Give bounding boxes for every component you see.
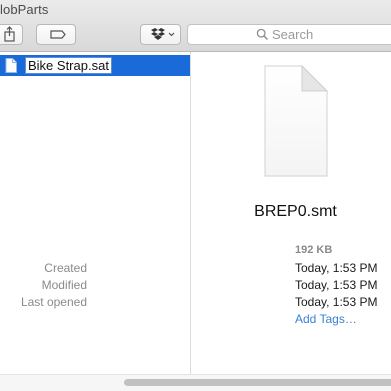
search-input[interactable]: [272, 26, 391, 43]
created-label: Created: [44, 261, 87, 275]
scrollbar-thumb[interactable]: [124, 379, 391, 386]
share-icon: [4, 26, 15, 42]
edit-tags-button[interactable]: [36, 24, 76, 45]
document-icon: [5, 58, 17, 73]
toolbar: lobParts: [0, 0, 391, 52]
preview-file-name: BREP0.smt: [254, 203, 337, 220]
dropbox-button[interactable]: [140, 24, 181, 45]
column-list[interactable]: Bike Strap.sat: [0, 52, 191, 374]
add-tags-link[interactable]: Add Tags…: [295, 312, 357, 327]
rename-file-field[interactable]: Bike Strap.sat: [25, 57, 112, 74]
horizontal-scrollbar[interactable]: [0, 374, 391, 391]
window-title: lobParts: [0, 2, 49, 17]
share-button[interactable]: [0, 24, 23, 45]
search-field[interactable]: [187, 24, 391, 45]
modified-value: Today, 1:53 PM: [295, 278, 378, 292]
preview-pane: BREP0.smt 192 KB Created Today, 1:53 PM …: [21, 52, 391, 374]
document-preview-icon: [264, 65, 328, 177]
tag-icon: [50, 30, 66, 39]
dropbox-icon: [151, 28, 175, 40]
created-value: Today, 1:53 PM: [295, 261, 378, 275]
file-size: 192 KB: [295, 244, 333, 256]
last-opened-value: Today, 1:53 PM: [295, 295, 378, 309]
modified-label: Modified: [41, 278, 87, 292]
selected-file-row[interactable]: Bike Strap.sat: [0, 55, 190, 76]
last-opened-label: Last opened: [20, 295, 87, 309]
search-icon: [256, 28, 269, 41]
